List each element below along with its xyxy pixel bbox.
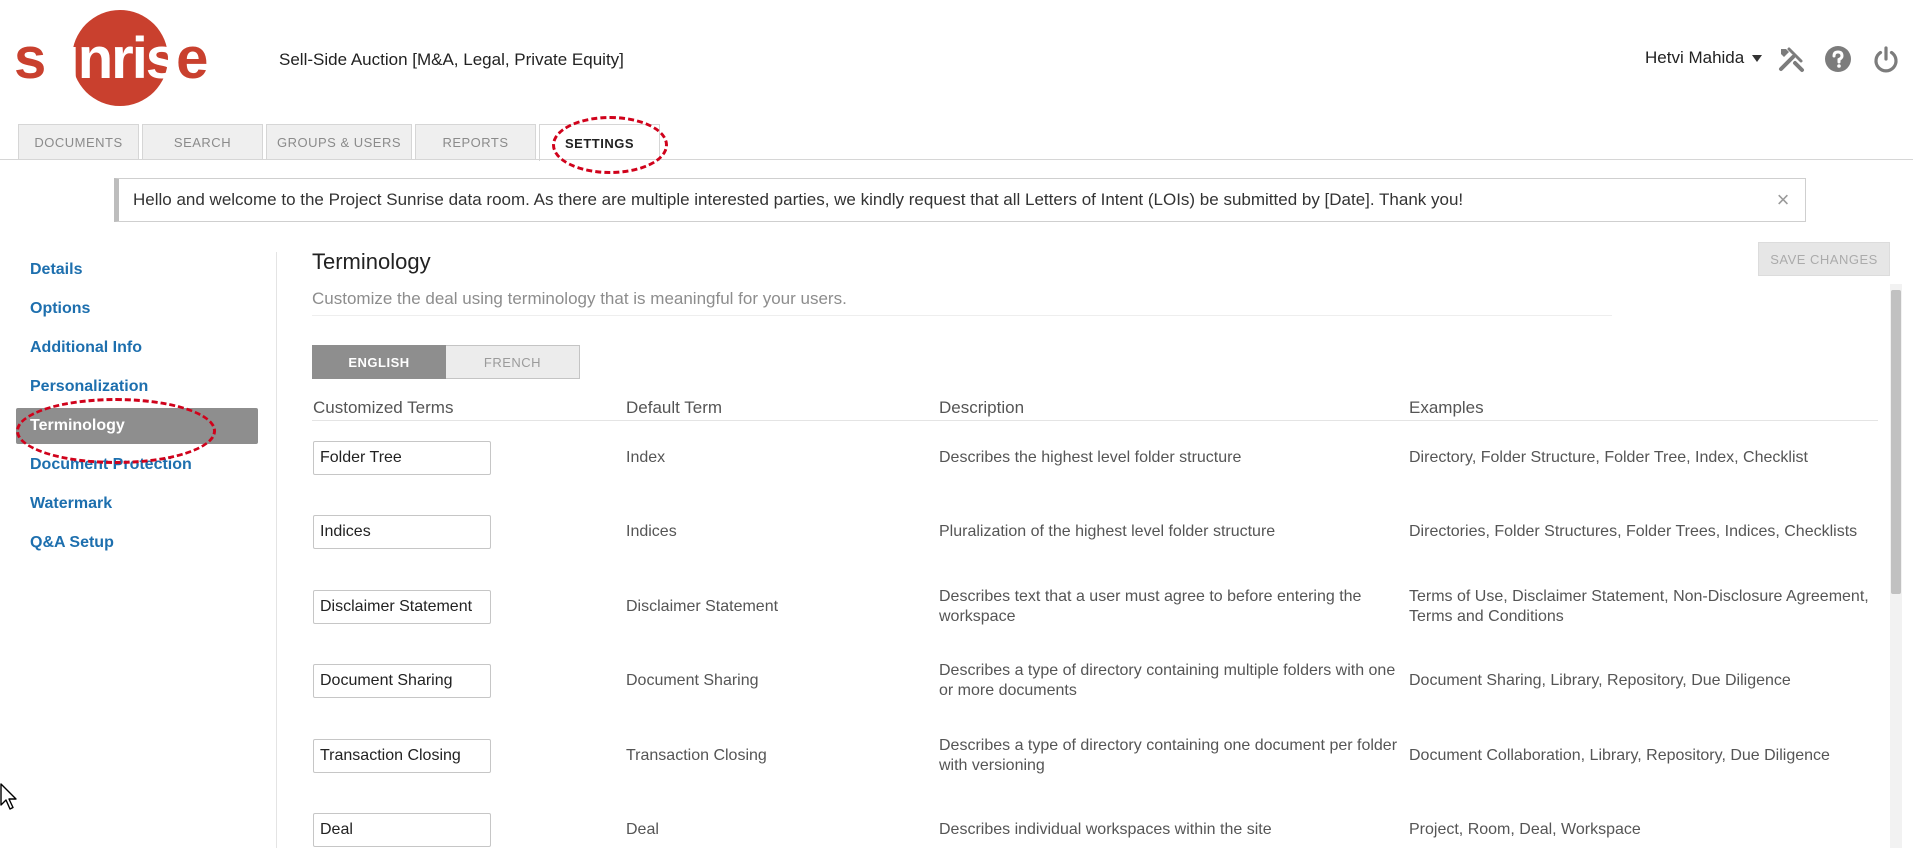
tab-groups-users[interactable]: GROUPS & USERS <box>266 124 412 160</box>
app-header: sunrise Sell-Side Auction [M&A, Legal, P… <box>0 0 1913 120</box>
default-term: Disclaimer Statement <box>626 598 779 615</box>
sunrise-logo[interactable]: sunrise <box>14 8 224 108</box>
close-icon[interactable]: × <box>1771 188 1795 212</box>
default-term: Index <box>626 449 666 466</box>
deal-title: Sell-Side Auction [M&A, Legal, Private E… <box>279 50 624 69</box>
column-header-customized-terms: Customized Terms <box>313 398 454 417</box>
table-header-divider <box>312 420 1878 421</box>
table-row: Deal Describes individual workspaces wit… <box>0 813 1913 848</box>
sidebar-item-terminology[interactable]: Terminology <box>16 408 258 444</box>
tab-search[interactable]: SEARCH <box>142 124 263 160</box>
logo-text-inside: unris <box>44 26 178 91</box>
mouse-cursor-icon <box>0 783 18 811</box>
page-title: Terminology <box>312 249 431 274</box>
term-input-indices[interactable] <box>313 515 491 549</box>
logo-text-post: e <box>176 26 208 91</box>
welcome-banner: Hello and welcome to the Project Sunrise… <box>114 178 1806 222</box>
term-examples: Project, Room, Deal, Workspace <box>1409 821 1641 838</box>
term-description: Describes a type of directory containing… <box>939 737 1398 774</box>
term-input-folder-tree[interactable] <box>313 441 491 475</box>
table-row: Disclaimer Statement Describes text that… <box>0 588 1913 650</box>
logo-text-pre: s <box>14 26 46 91</box>
language-english-button[interactable]: ENGLISH <box>312 345 446 379</box>
tab-documents[interactable]: DOCUMENTS <box>18 124 139 160</box>
term-input-disclaimer-statement[interactable] <box>313 590 491 624</box>
term-examples: Directories, Folder Structures, Folder T… <box>1409 523 1858 540</box>
tab-reports[interactable]: REPORTS <box>415 124 536 160</box>
term-input-deal[interactable] <box>313 813 491 847</box>
term-examples: Terms of Use, Disclaimer Statement, Non-… <box>1409 588 1869 625</box>
main-tabs: DOCUMENTS SEARCH GROUPS & USERS REPORTS … <box>18 124 660 161</box>
tabs-divider <box>0 159 1913 160</box>
term-description: Describes the highest level folder struc… <box>939 449 1242 466</box>
column-header-default-term: Default Term <box>626 398 723 417</box>
sidebar-item-details[interactable]: Details <box>16 252 258 288</box>
user-name: Hetvi Mahida <box>1645 48 1745 67</box>
content-scrollbar-thumb[interactable] <box>1891 290 1901 594</box>
save-changes-button[interactable]: SAVE CHANGES <box>1758 242 1890 276</box>
term-input-document-sharing[interactable] <box>313 664 491 698</box>
tools-icon[interactable] <box>1776 44 1806 74</box>
language-toggle: ENGLISH FRENCH <box>312 345 580 379</box>
default-term: Document Sharing <box>626 672 759 689</box>
help-icon[interactable] <box>1823 44 1853 74</box>
default-term: Deal <box>626 821 659 838</box>
default-term: Transaction Closing <box>626 747 767 764</box>
page-subtitle: Customize the deal using terminology tha… <box>312 289 1612 316</box>
term-examples: Document Sharing, Library, Repository, D… <box>1409 672 1791 689</box>
language-french-button[interactable]: FRENCH <box>446 345 580 379</box>
table-row: Document Sharing Describes a type of dir… <box>0 662 1913 724</box>
logo-wordmark: sunrise <box>14 30 208 88</box>
tab-settings[interactable]: SETTINGS <box>539 124 660 161</box>
user-menu[interactable]: Hetvi Mahida <box>1645 48 1763 68</box>
chevron-down-icon <box>1752 54 1763 62</box>
column-header-examples: Examples <box>1409 398 1484 417</box>
term-description: Describes individual workspaces within t… <box>939 821 1272 838</box>
sidebar-item-additional-info[interactable]: Additional Info <box>16 330 258 366</box>
term-description: Pluralization of the highest level folde… <box>939 523 1276 540</box>
term-description: Describes text that a user must agree to… <box>939 588 1362 625</box>
term-input-transaction-closing[interactable] <box>313 739 491 773</box>
sidebar-item-personalization[interactable]: Personalization <box>16 369 258 405</box>
sidebar-item-options[interactable]: Options <box>16 291 258 327</box>
table-row: Index Describes the highest level folder… <box>0 441 1913 501</box>
table-row: Transaction Closing Describes a type of … <box>0 737 1913 799</box>
table-row: Indices Pluralization of the highest lev… <box>0 515 1913 575</box>
term-description: Describes a type of directory containing… <box>939 662 1396 699</box>
term-examples: Directory, Folder Structure, Folder Tree… <box>1409 449 1808 466</box>
terminology-panel: Terminology Customize the deal using ter… <box>312 246 1877 316</box>
default-term: Indices <box>626 523 677 540</box>
column-header-description: Description <box>939 398 1025 417</box>
term-examples: Document Collaboration, Library, Reposit… <box>1409 747 1830 764</box>
power-icon[interactable] <box>1871 44 1901 74</box>
banner-text: Hello and welcome to the Project Sunrise… <box>133 190 1464 209</box>
